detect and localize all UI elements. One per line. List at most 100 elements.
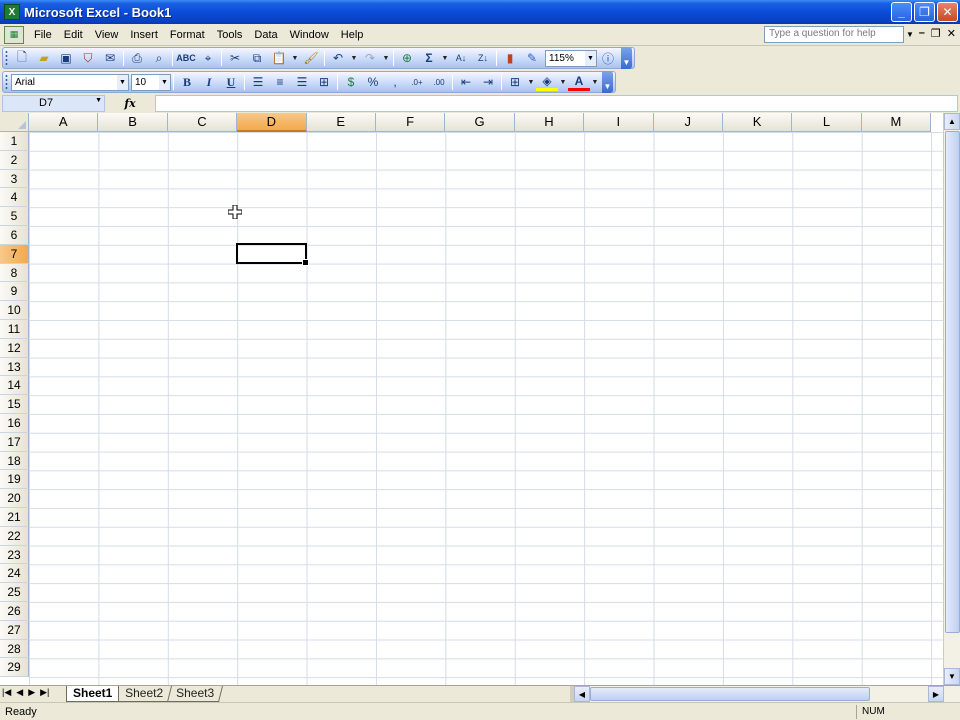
help-dropdown-icon[interactable]: ▼ [904,26,916,43]
font-size-select[interactable]: 10 ▼ [131,73,171,91]
research-icon[interactable]: ⌖ [197,48,219,68]
scroll-up-icon[interactable]: ▲ [944,113,960,130]
borders-dropdown-icon[interactable]: ▼ [526,79,536,86]
decrease-decimal-icon[interactable]: .00 [428,72,450,92]
column-header-h[interactable]: H [514,113,585,132]
insert-function-icon[interactable]: fx [105,97,155,110]
menu-file[interactable]: File [28,26,58,44]
sort-ascending-icon[interactable]: A↓ [450,48,472,68]
spelling-icon[interactable]: ABC [175,48,197,68]
last-sheet-icon[interactable]: ▶| [40,687,49,698]
underline-button[interactable]: U [220,72,242,92]
close-button[interactable]: ✕ [937,2,958,22]
permission-icon[interactable]: ⛉ [77,48,99,68]
row-header-6[interactable]: 6 [0,225,29,245]
email-icon[interactable]: ✉ [99,48,121,68]
comma-button[interactable]: , [384,72,406,92]
merge-center-icon[interactable]: ⊞ [313,72,335,92]
scroll-right-icon[interactable]: ▶ [928,686,944,702]
column-header-j[interactable]: J [653,113,723,132]
column-header-g[interactable]: G [445,113,515,132]
next-sheet-icon[interactable]: ▶ [28,687,35,698]
menu-edit[interactable]: Edit [58,26,89,44]
redo-dropdown-icon[interactable]: ▼ [381,55,391,62]
chart-wizard-icon[interactable]: ▮ [499,48,521,68]
row-header-2[interactable]: 2 [0,150,29,170]
column-header-f[interactable]: F [375,113,446,132]
menu-format[interactable]: Format [164,26,211,44]
print-preview-icon[interactable]: ⌕ [148,48,170,68]
row-header-24[interactable]: 24 [0,564,29,584]
align-left-icon[interactable]: ☰ [247,72,269,92]
doc-close-icon[interactable]: ✕ [947,27,956,40]
first-sheet-icon[interactable]: |◀ [2,687,11,698]
toolbar-options-icon[interactable]: ▼ [602,71,613,93]
increase-decimal-icon[interactable]: .0+ [406,72,428,92]
paste-dropdown-icon[interactable]: ▼ [290,55,300,62]
copy-icon[interactable]: ⧉ [246,48,268,68]
toolbar-grip[interactable] [5,74,8,90]
toolbar-grip[interactable] [5,50,8,66]
row-header-8[interactable]: 8 [0,263,29,283]
increase-indent-icon[interactable]: ⇥ [477,72,499,92]
doc-minimize-icon[interactable]: – [919,27,925,40]
undo-icon[interactable]: ↶ [327,48,349,68]
row-header-19[interactable]: 19 [0,470,29,490]
drawing-icon[interactable]: ✎ [521,48,543,68]
open-icon[interactable]: ▰ [33,48,55,68]
row-header-28[interactable]: 28 [0,639,29,659]
name-box-dropdown-icon[interactable]: ▼ [95,97,102,104]
align-right-icon[interactable]: ☰ [291,72,313,92]
row-header-9[interactable]: 9 [0,282,29,302]
font-size-dropdown-icon[interactable]: ▼ [159,74,170,90]
row-header-5[interactable]: 5 [0,207,29,226]
autosum-dropdown-icon[interactable]: ▼ [440,55,450,62]
font-color-dropdown-icon[interactable]: ▼ [590,79,600,86]
hyperlink-icon[interactable]: ⊕ [396,48,418,68]
horizontal-scroll-thumb[interactable] [590,687,870,701]
cut-icon[interactable]: ✂ [224,48,246,68]
format-painter-icon[interactable]: 🖌 [300,48,322,68]
zoom-dropdown-icon[interactable]: ▼ [585,50,596,66]
workbook-icon[interactable]: ▦ [4,25,24,44]
row-header-3[interactable]: 3 [0,169,29,189]
tab-sheet2[interactable]: Sheet2 [117,686,173,702]
column-header-m[interactable]: M [861,113,932,132]
zoom-select[interactable]: 115% ▼ [545,49,597,67]
name-box[interactable]: D7 ▼ [2,95,105,112]
fill-color-dropdown-icon[interactable]: ▼ [558,79,568,86]
row-header-1[interactable]: 1 [0,132,29,151]
row-header-17[interactable]: 17 [0,432,29,452]
row-header-4[interactable]: 4 [0,188,29,208]
percent-button[interactable]: % [362,72,384,92]
row-header-25[interactable]: 25 [0,583,29,602]
bold-button[interactable]: B [176,72,198,92]
vertical-scrollbar[interactable]: ▲ ▼ [943,113,960,685]
redo-icon[interactable]: ↷ [359,48,381,68]
borders-icon[interactable]: ⊞ [504,72,526,92]
column-header-i[interactable]: I [584,113,654,132]
save-icon[interactable]: ▣ [55,48,77,68]
currency-icon[interactable]: $ [340,72,362,92]
fill-color-icon[interactable]: ◈ [536,73,558,91]
formula-input[interactable] [155,95,958,112]
row-header-29[interactable]: 29 [0,658,29,678]
tab-sheet3[interactable]: Sheet3 [168,686,224,702]
paste-icon[interactable]: 📋 [268,48,290,68]
column-header-e[interactable]: E [306,113,376,132]
row-header-12[interactable]: 12 [0,338,29,358]
menu-tools[interactable]: Tools [211,26,249,44]
undo-dropdown-icon[interactable]: ▼ [349,55,359,62]
row-header-10[interactable]: 10 [0,301,29,320]
decrease-indent-icon[interactable]: ⇤ [455,72,477,92]
scroll-down-icon[interactable]: ▼ [944,668,960,685]
autosum-icon[interactable]: Σ [418,48,440,68]
column-header-b[interactable]: B [98,113,168,132]
row-header-22[interactable]: 22 [0,526,29,546]
prev-sheet-icon[interactable]: ◀ [16,687,23,698]
row-header-15[interactable]: 15 [0,395,29,414]
row-header-11[interactable]: 11 [0,319,29,339]
menu-window[interactable]: Window [284,26,335,44]
excel-app-icon[interactable]: X [4,4,20,20]
print-icon[interactable]: ⎙ [126,48,148,68]
